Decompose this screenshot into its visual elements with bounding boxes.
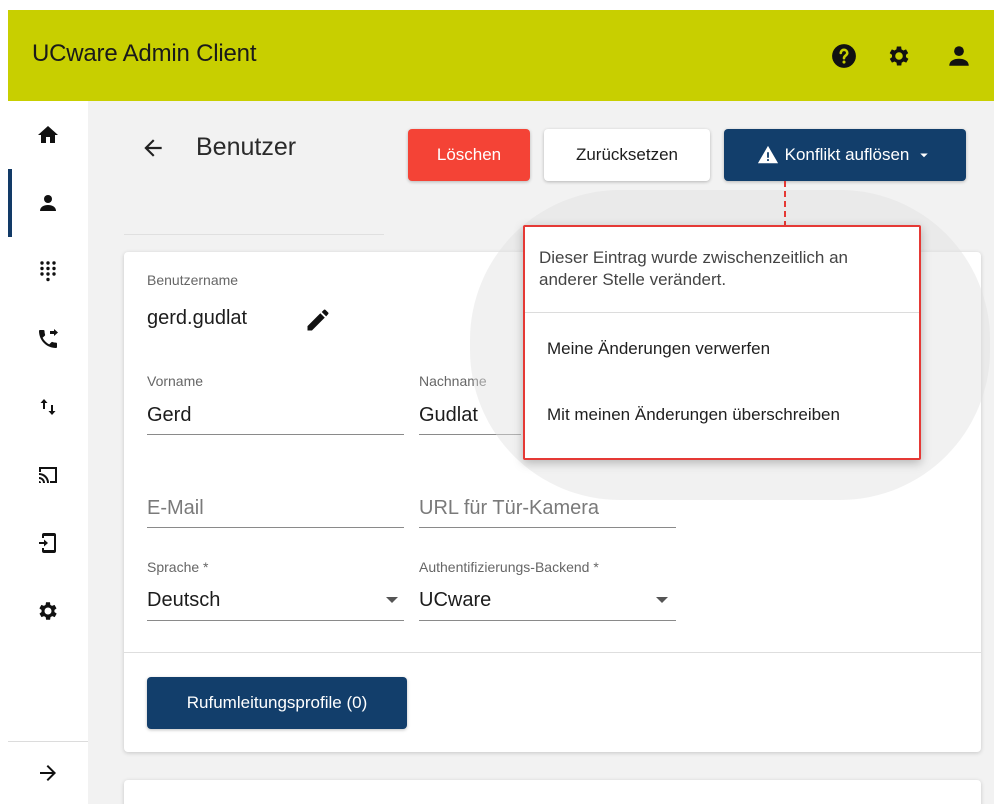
sidebar-collapse-button[interactable]	[8, 742, 88, 804]
resolve-conflict-button[interactable]: Konflikt auflösen	[724, 129, 966, 181]
pencil-icon	[307, 309, 329, 331]
secondary-card	[124, 780, 981, 804]
email-underline	[147, 527, 404, 528]
warning-icon	[757, 145, 778, 164]
firstname-input[interactable]: Gerd	[147, 404, 191, 427]
chevron-down-icon	[920, 153, 929, 158]
edit-username-button[interactable]	[304, 306, 332, 334]
lastname-input[interactable]: Gudlat	[419, 404, 478, 427]
username-label: Benutzername	[147, 272, 239, 288]
auth-backend-select[interactable]: UCware	[419, 589, 491, 612]
auth-backend-underline	[419, 620, 676, 621]
cast-icon	[39, 467, 57, 483]
back-button[interactable]	[140, 135, 166, 161]
popover-connector	[784, 181, 786, 227]
discard-changes-menu-item[interactable]: Meine Änderungen verwerfen	[547, 339, 770, 359]
account-icon[interactable]	[946, 43, 972, 69]
language-select[interactable]: Deutsch	[147, 589, 220, 612]
auth-backend-label: Authentifizierungs-Backend *	[419, 559, 599, 575]
overwrite-changes-menu-item[interactable]: Mit meinen Änderungen überschreiben	[547, 405, 840, 425]
header-divider	[124, 234, 384, 235]
help-icon[interactable]	[831, 43, 857, 69]
dialpad-icon	[40, 261, 56, 282]
swap-vertical-icon	[40, 399, 56, 415]
firstname-underline	[147, 434, 404, 435]
sidebar-item-cast[interactable]	[8, 441, 88, 509]
auth-backend-dropdown-icon[interactable]	[656, 597, 668, 603]
door-camera-url-field[interactable]: URL für Tür-Kamera	[419, 497, 599, 520]
sidebar	[8, 101, 88, 804]
conflict-menu-divider	[525, 312, 919, 313]
user-icon	[40, 195, 56, 211]
phone-settings-icon	[39, 533, 56, 553]
gear-icon	[39, 602, 57, 620]
sidebar-item-settings[interactable]	[8, 577, 88, 645]
conflict-menu: Dieser Eintrag wurde zwischenzeitlich an…	[523, 225, 921, 460]
arrow-right-icon	[40, 765, 56, 781]
sidebar-item-home[interactable]	[8, 101, 88, 169]
door-camera-underline	[419, 527, 676, 528]
app-title: UCware Admin Client	[32, 40, 257, 67]
call-forward-icon	[39, 329, 58, 348]
sidebar-item-devices[interactable]	[8, 509, 88, 577]
conflict-message: Dieser Eintrag wurde zwischenzeitlich an…	[539, 248, 848, 289]
sidebar-item-call-forwarding[interactable]	[8, 305, 88, 373]
app-topbar: UCware Admin Client	[8, 10, 994, 101]
card-divider	[124, 652, 981, 653]
app-window: UCware Admin Client Benutzer Löschen Zur…	[0, 0, 994, 804]
home-icon	[38, 126, 58, 143]
email-field[interactable]: E-Mail	[147, 497, 204, 520]
gear-icon[interactable]	[886, 43, 912, 69]
forwarding-profiles-button[interactable]: Rufumleitungsprofile (0)	[147, 677, 407, 729]
language-label: Sprache *	[147, 559, 209, 575]
resolve-conflict-label: Konflikt auflösen	[784, 145, 910, 164]
language-underline	[147, 620, 404, 621]
sidebar-item-transfer[interactable]	[8, 373, 88, 441]
firstname-label: Vorname	[147, 373, 204, 389]
language-dropdown-icon[interactable]	[386, 597, 398, 603]
username-value: gerd.gudlat	[147, 307, 248, 329]
delete-button[interactable]: Löschen	[408, 129, 530, 181]
page-title: Benutzer	[196, 133, 297, 161]
sidebar-item-dialpad[interactable]	[8, 237, 88, 305]
sidebar-item-users[interactable]	[8, 169, 88, 237]
reset-button[interactable]: Zurücksetzen	[544, 129, 710, 181]
arrow-left-icon	[144, 139, 162, 157]
